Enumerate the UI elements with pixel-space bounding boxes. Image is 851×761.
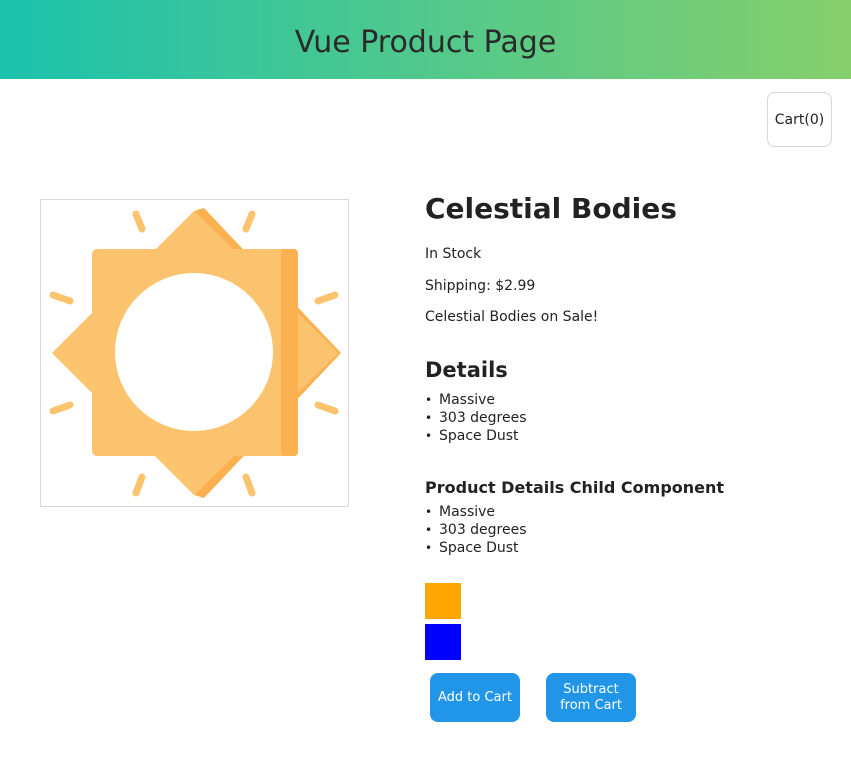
list-item: Space Dust	[425, 540, 527, 558]
list-item: Space Dust	[425, 428, 527, 446]
color-swatch-blue[interactable]	[425, 624, 461, 660]
nav-bar: Vue Product Page	[0, 0, 851, 79]
list-item: Massive	[425, 504, 527, 522]
subtract-from-cart-button[interactable]: Subtract from Cart	[546, 673, 636, 722]
cart-label: Cart(0)	[774, 111, 825, 128]
sun-center	[115, 273, 273, 431]
details-list: Massive 303 degrees Space Dust	[425, 392, 527, 445]
details-heading: Details	[425, 358, 508, 382]
cart-indicator[interactable]: Cart(0)	[767, 92, 832, 147]
list-item: 303 degrees	[425, 410, 527, 428]
sun-icon	[49, 208, 341, 498]
child-details-heading: Product Details Child Component	[425, 478, 725, 497]
product-image	[40, 199, 349, 507]
sun-square-shade	[281, 249, 298, 456]
subtract-label-line1: Subtract	[563, 681, 619, 697]
shipping-cost: Shipping: $2.99	[425, 278, 536, 294]
subtract-label-line2: from Cart	[560, 697, 622, 713]
page-title: Vue Product Page	[294, 25, 557, 60]
child-details-list: Massive 303 degrees Space Dust	[425, 504, 527, 557]
product-title: Celestial Bodies	[425, 192, 677, 225]
list-item: Massive	[425, 392, 527, 410]
stock-status: In Stock	[425, 246, 482, 262]
add-to-cart-button[interactable]: Add to Cart	[430, 673, 520, 722]
color-swatch-orange[interactable]	[425, 583, 461, 619]
sale-message: Celestial Bodies on Sale!	[425, 309, 599, 325]
list-item: 303 degrees	[425, 522, 527, 540]
